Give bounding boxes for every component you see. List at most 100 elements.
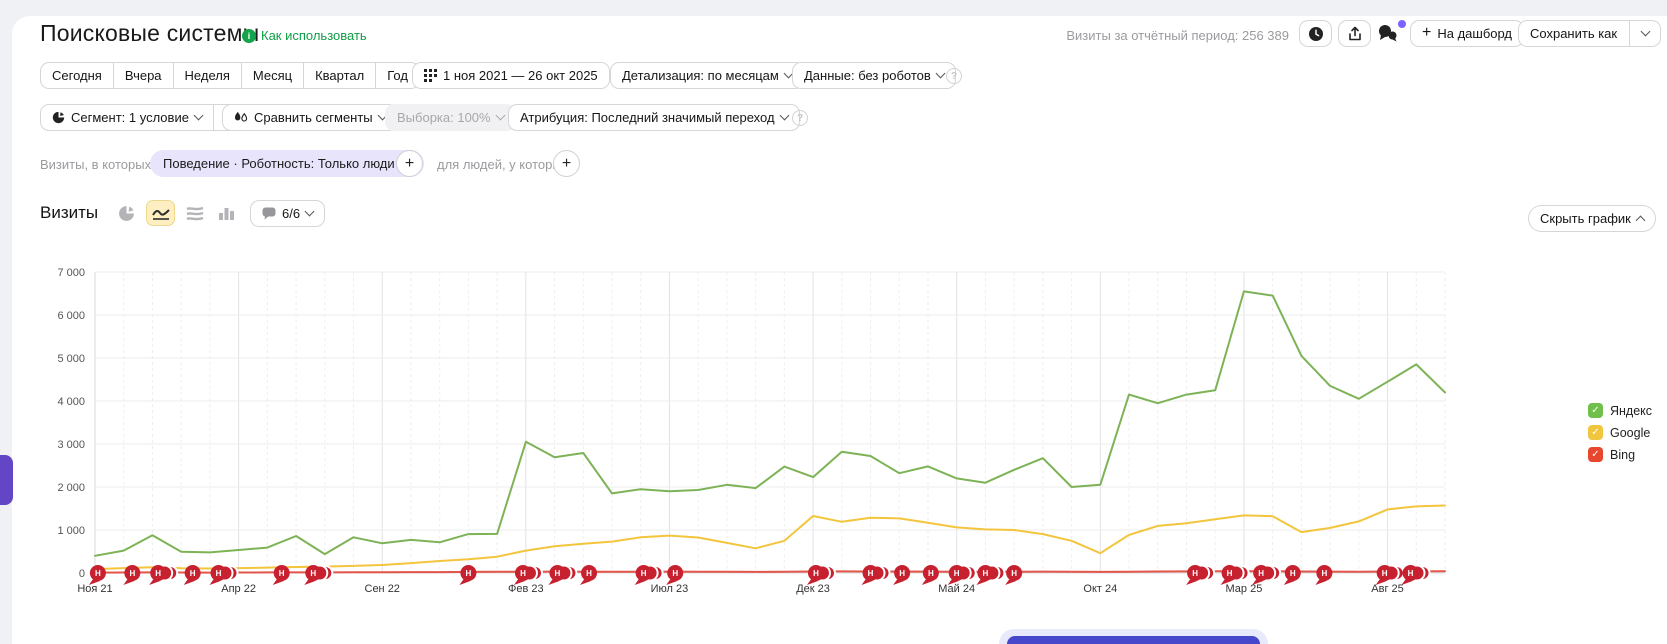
annotation-marker[interactable]: Н — [548, 565, 576, 585]
floating-panel-button[interactable] — [1007, 636, 1260, 644]
annotation-marker[interactable]: Н — [1252, 565, 1280, 585]
svg-text:Н: Н — [555, 569, 561, 578]
preset-yesterday[interactable]: Вчера — [113, 62, 174, 89]
history-button[interactable] — [1299, 20, 1332, 47]
annotation-marker[interactable]: Н — [580, 565, 597, 585]
comments-filter-dropdown[interactable]: 6/6 — [250, 200, 325, 227]
x-axis-tick: Июл 23 — [651, 583, 689, 595]
annotation-marker[interactable]: Н — [514, 565, 542, 585]
annotation-marker[interactable]: Н — [1315, 565, 1332, 585]
chart-type-area-button[interactable] — [180, 200, 209, 226]
usage-link[interactable]: i Как использовать — [242, 28, 367, 43]
compare-segments-button[interactable]: Сравнить сегменты — [222, 104, 398, 131]
behavior-filter-chip[interactable]: Поведение · Роботность: Только люди ✕ — [150, 150, 424, 177]
legend-label: Google — [1610, 426, 1650, 440]
add-to-dashboard-button[interactable]: + На дашборд — [1410, 20, 1524, 47]
segment-group: Сегмент: 1 условие ✕ — [40, 104, 246, 131]
add-visit-filter-button[interactable]: + — [396, 150, 423, 177]
date-preset-group: Сегодня Вчера Неделя Месяц Квартал Год — [40, 62, 420, 89]
annotation-marker[interactable]: Н — [976, 565, 1004, 585]
y-axis-tick: 2 000 — [57, 482, 85, 494]
export-icon — [1347, 26, 1363, 42]
svg-text:Н: Н — [310, 569, 316, 578]
compare-label: Сравнить сегменты — [254, 110, 373, 125]
annotation-marker[interactable]: Н — [948, 565, 976, 585]
data-mode-dropdown[interactable]: Данные: без роботов — [792, 62, 956, 89]
chart-type-columns-button[interactable] — [212, 200, 241, 226]
legend-item-bing[interactable]: ✓ Bing — [1588, 447, 1652, 462]
preset-quarter[interactable]: Квартал — [303, 62, 376, 89]
pie-chart-icon — [118, 205, 135, 222]
annotation-marker[interactable]: Н — [922, 565, 939, 585]
annotation-marker[interactable]: Н — [666, 565, 683, 585]
period-total: Визиты за отчётный период: 256 389 — [1066, 28, 1289, 43]
chevron-up-icon — [1635, 215, 1645, 225]
chart-type-pie-button[interactable] — [112, 200, 141, 226]
svg-text:Н: Н — [216, 569, 222, 578]
svg-text:Н: Н — [1227, 569, 1233, 578]
annotation-marker[interactable]: Н — [1221, 565, 1249, 585]
annotation-marker[interactable]: Н — [459, 565, 476, 585]
preset-today[interactable]: Сегодня — [40, 62, 114, 89]
svg-text:Н: Н — [1011, 569, 1017, 578]
y-axis-tick: 0 — [79, 568, 85, 580]
svg-text:Н: Н — [520, 569, 526, 578]
hide-chart-button[interactable]: Скрыть график — [1528, 205, 1656, 232]
annotation-marker[interactable]: Н — [1402, 565, 1430, 585]
annotation-marker[interactable]: Н — [862, 565, 890, 585]
add-people-filter-button[interactable]: + — [553, 150, 580, 177]
svg-text:Н: Н — [672, 569, 678, 578]
side-panel-tab[interactable] — [0, 455, 13, 505]
people-filter-label: для людей, у которых — [437, 157, 568, 172]
svg-text:Н: Н — [466, 569, 472, 578]
visits-chart[interactable]: 01 0002 0003 0004 0005 0006 0007 000Ноя … — [30, 244, 1460, 604]
annotation-marker[interactable]: Н — [149, 565, 177, 585]
annotation-marker[interactable]: Н — [893, 565, 910, 585]
chevron-down-icon — [305, 207, 315, 217]
annotation-marker[interactable]: Н — [1284, 565, 1301, 585]
annotation-marker[interactable]: Н — [210, 565, 238, 585]
help-icon[interactable]: ? — [946, 68, 962, 84]
svg-text:Н: Н — [190, 569, 196, 578]
help-icon[interactable]: ? — [792, 110, 808, 126]
annotation-marker[interactable]: Н — [304, 565, 332, 585]
legend-item-google[interactable]: ✓ Google — [1588, 425, 1652, 440]
svg-text:Н: Н — [1192, 569, 1198, 578]
dashboard-button-label: На дашборд — [1437, 26, 1512, 41]
date-range-button[interactable]: 1 ноя 2021 — 26 окт 2025 — [412, 62, 610, 89]
comments-button[interactable] — [1377, 22, 1403, 46]
detail-dropdown[interactable]: Детализация: по месяцам — [610, 62, 804, 89]
x-axis-tick: Мар 25 — [1226, 583, 1263, 595]
svg-text:Н: Н — [155, 569, 161, 578]
data-mode-label: Данные: без роботов — [804, 68, 931, 83]
annotation-marker[interactable]: Н — [807, 565, 835, 585]
annotation-marker[interactable]: Н — [89, 565, 106, 585]
chevron-down-icon — [779, 111, 789, 121]
y-axis-tick: 6 000 — [57, 310, 85, 322]
preset-week[interactable]: Неделя — [173, 62, 242, 89]
save-as-label: Сохранить как — [1530, 26, 1617, 41]
save-as-button[interactable]: Сохранить как — [1518, 20, 1661, 47]
attribution-dropdown[interactable]: Атрибуция: Последний значимый переход — [508, 104, 800, 131]
annotation-marker[interactable]: Н — [1005, 565, 1022, 585]
detail-label: Детализация: по месяцам — [622, 68, 779, 83]
annotation-marker[interactable]: Н — [1186, 565, 1214, 585]
x-axis-tick: Окт 24 — [1083, 583, 1117, 595]
info-icon: i — [242, 29, 256, 43]
segment-dropdown[interactable]: Сегмент: 1 условие — [40, 104, 214, 131]
column-chart-icon — [218, 206, 235, 221]
chevron-down-icon — [495, 111, 505, 121]
chevron-down-icon — [1640, 27, 1650, 37]
svg-text:Н: Н — [928, 569, 934, 578]
svg-text:Н: Н — [868, 569, 874, 578]
annotation-marker[interactable]: Н — [635, 565, 663, 585]
page-title: Поисковые системы — [40, 20, 259, 47]
save-as-dropdown[interactable] — [1629, 20, 1660, 47]
legend-item-yandex[interactable]: ✓ Яндекс — [1588, 403, 1652, 418]
sampling-dropdown[interactable]: Выборка: 100% — [385, 104, 516, 131]
annotation-marker[interactable]: Н — [1376, 565, 1404, 585]
chart-type-line-button[interactable] — [146, 200, 175, 226]
clock-icon — [1308, 26, 1324, 42]
preset-month[interactable]: Месяц — [241, 62, 304, 89]
export-button[interactable] — [1338, 20, 1371, 47]
